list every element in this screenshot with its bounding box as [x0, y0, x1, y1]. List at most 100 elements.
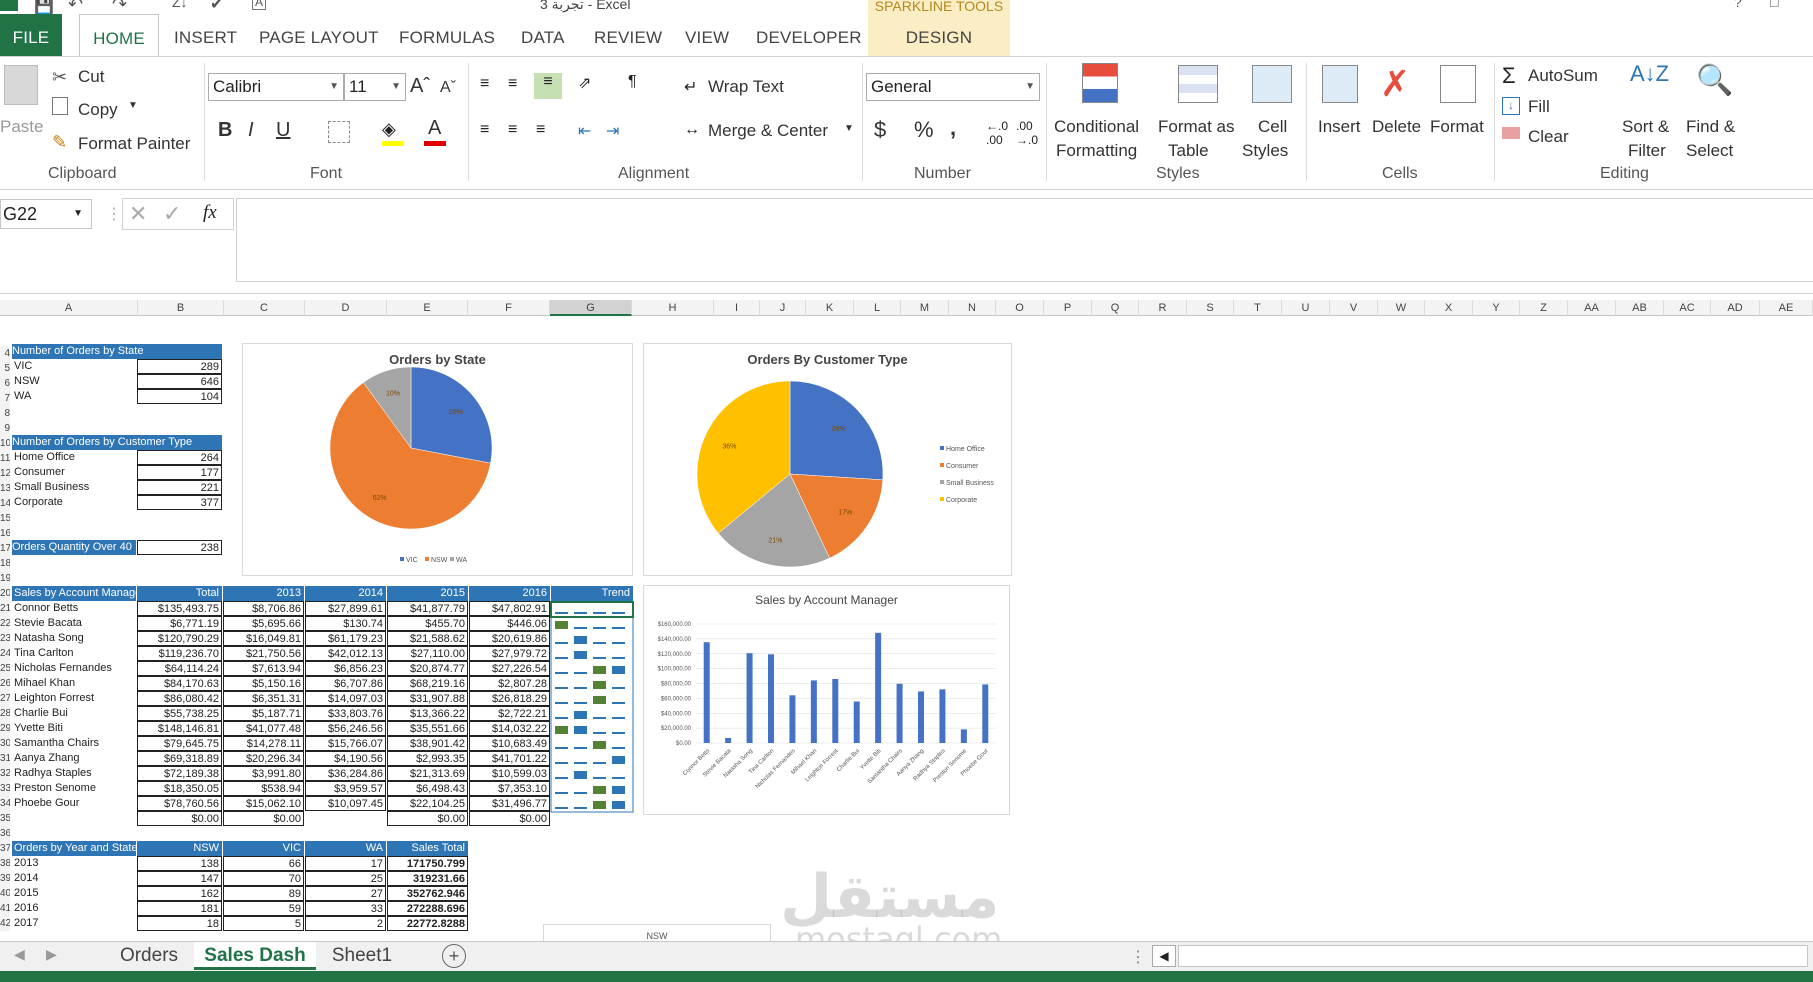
- fill-color-icon[interactable]: ◈: [382, 119, 396, 140]
- row-header[interactable]: 33: [0, 781, 10, 796]
- font-color-icon[interactable]: A: [428, 117, 441, 140]
- year-value-cell[interactable]: 147: [137, 871, 222, 886]
- currency-button[interactable]: $: [874, 117, 886, 143]
- column-header[interactable]: P: [1044, 300, 1092, 316]
- manager-sales-cell[interactable]: $5,187.71: [223, 706, 304, 721]
- row-header[interactable]: 21: [0, 601, 10, 616]
- manager-sales-cell[interactable]: $13,366.22: [387, 706, 468, 721]
- tab-review[interactable]: REVIEW: [594, 14, 662, 56]
- row-header[interactable]: 27: [0, 691, 10, 706]
- manager-sales-cell[interactable]: $20,296.34: [223, 751, 304, 766]
- year-value-cell[interactable]: 22772.8288: [387, 916, 468, 931]
- row-header[interactable]: 16: [0, 526, 10, 541]
- manager-sales-cell[interactable]: $27,899.61: [305, 601, 386, 616]
- check-icon[interactable]: ✔: [210, 0, 223, 14]
- underline-button[interactable]: U: [276, 119, 290, 142]
- manager-sales-cell[interactable]: $4,190.56: [305, 751, 386, 766]
- manager-sales-cell[interactable]: $10,097.45: [305, 796, 386, 811]
- row-header[interactable]: 6: [0, 376, 10, 391]
- year-value-cell[interactable]: 272288.696: [387, 901, 468, 916]
- year-value-cell[interactable]: 5: [223, 916, 304, 931]
- insert-button[interactable]: Insert: [1318, 117, 1361, 137]
- row-header[interactable]: 38: [0, 856, 10, 871]
- autosum-button[interactable]: AutoSum: [1528, 66, 1598, 86]
- manager-sales-cell[interactable]: $135,493.75: [137, 601, 222, 616]
- manager-sales-cell[interactable]: $14,097.03: [305, 691, 386, 706]
- center-icon[interactable]: ≡: [508, 121, 517, 139]
- split-handle-icon[interactable]: ⋮: [1130, 947, 1146, 967]
- column-header[interactable]: E: [387, 300, 468, 316]
- column-header[interactable]: W: [1378, 300, 1425, 316]
- tab-insert[interactable]: INSERT: [174, 14, 237, 56]
- sales-by-manager-chart[interactable]: Sales by Account Manager $0.00 $20,000.00…: [643, 585, 1010, 815]
- text-box-icon[interactable]: A: [252, 0, 267, 10]
- manager-sales-cell[interactable]: $31,496.77: [469, 796, 550, 811]
- format-as-table-label-2[interactable]: Table: [1168, 141, 1209, 161]
- column-header[interactable]: AE: [1760, 300, 1813, 316]
- column-header[interactable]: V: [1330, 300, 1378, 316]
- redo-icon[interactable]: ↷: [112, 0, 127, 15]
- table-row-value[interactable]: 377: [137, 495, 222, 510]
- manager-sales-cell[interactable]: $21,313.69: [387, 766, 468, 781]
- add-sheet-icon[interactable]: +: [442, 944, 466, 968]
- wrap-text-button[interactable]: Wrap Text: [708, 77, 784, 97]
- manager-sales-cell[interactable]: $6,856.23: [305, 661, 386, 676]
- percent-button[interactable]: %: [914, 117, 934, 143]
- sort-filter-label-1[interactable]: Sort &: [1622, 117, 1669, 137]
- manager-sales-cell[interactable]: $0.00: [387, 811, 468, 826]
- manager-sales-cell[interactable]: $2,993.35: [387, 751, 468, 766]
- manager-sales-cell[interactable]: $6,498.43: [387, 781, 468, 796]
- year-value-cell[interactable]: 352762.946: [387, 886, 468, 901]
- manager-sales-cell[interactable]: $16,049.81: [223, 631, 304, 646]
- row-header[interactable]: 20: [0, 586, 10, 601]
- manager-sales-cell[interactable]: $42,012.13: [305, 646, 386, 661]
- manager-sales-cell[interactable]: $10,683.49: [469, 736, 550, 751]
- horizontal-scrollbar[interactable]: [1178, 945, 1808, 967]
- orders-by-customer-chart[interactable]: Orders By Customer Type 26% 17% 21% 36% Home…: [643, 343, 1012, 576]
- grow-font-icon[interactable]: Aˆ: [410, 75, 430, 98]
- row-header[interactable]: 26: [0, 676, 10, 691]
- table-row-value[interactable]: 104: [137, 389, 222, 404]
- row-header[interactable]: 18: [0, 556, 10, 571]
- column-header[interactable]: AA: [1568, 300, 1616, 316]
- sheet-tab-sheet1[interactable]: Sheet1: [316, 942, 408, 970]
- orders-by-state-chart[interactable]: Orders by State 28% 62% 10% VIC NSW WA: [242, 343, 633, 576]
- manager-sales-cell[interactable]: $6,771.19: [137, 616, 222, 631]
- formula-input[interactable]: [236, 198, 1813, 282]
- bar[interactable]: [810, 680, 817, 743]
- manager-sales-cell[interactable]: $55,738.25: [137, 706, 222, 721]
- tab-design[interactable]: DESIGN: [868, 14, 1010, 56]
- row-header[interactable]: 32: [0, 766, 10, 781]
- manager-sales-cell[interactable]: $0.00: [223, 811, 304, 826]
- manager-sales-cell[interactable]: $72,189.38: [137, 766, 222, 781]
- find-select-label-1[interactable]: Find &: [1686, 117, 1735, 137]
- bar[interactable]: [896, 683, 903, 743]
- row-header[interactable]: 39: [0, 871, 10, 886]
- row-header[interactable]: 28: [0, 706, 10, 721]
- column-header[interactable]: J: [760, 300, 806, 316]
- manager-sales-cell[interactable]: $27,110.00: [387, 646, 468, 661]
- bar[interactable]: [832, 678, 839, 743]
- manager-sales-cell[interactable]: $0.00: [469, 811, 550, 826]
- year-value-cell[interactable]: 171750.799: [387, 856, 468, 871]
- manager-sales-cell[interactable]: $3,991.80: [223, 766, 304, 781]
- paste-icon[interactable]: [4, 65, 38, 105]
- delete-button[interactable]: Delete: [1372, 117, 1421, 137]
- tab-view[interactable]: VIEW: [685, 14, 729, 56]
- format-button[interactable]: Format: [1430, 117, 1484, 137]
- borders-icon[interactable]: [328, 121, 350, 143]
- column-header[interactable]: C: [224, 300, 305, 316]
- column-header[interactable]: G: [550, 300, 632, 316]
- manager-sales-cell[interactable]: $119,236.70: [137, 646, 222, 661]
- manager-sales-cell[interactable]: $41,077.48: [223, 721, 304, 736]
- align-top-icon[interactable]: ≡: [480, 75, 489, 93]
- scroll-right-icon[interactable]: ▶: [46, 946, 57, 963]
- sort-filter-label-2[interactable]: Filter: [1628, 141, 1666, 161]
- manager-sales-cell[interactable]: $446.06: [469, 616, 550, 631]
- year-value-cell[interactable]: 66: [223, 856, 304, 871]
- sparkline-trend-cells[interactable]: [550, 587, 634, 813]
- orientation-icon[interactable]: ⇗: [578, 73, 591, 93]
- manager-sales-cell[interactable]: $35,551.66: [387, 721, 468, 736]
- bar[interactable]: [960, 729, 967, 743]
- sheet-tab-sales-dash[interactable]: Sales Dash: [194, 942, 316, 970]
